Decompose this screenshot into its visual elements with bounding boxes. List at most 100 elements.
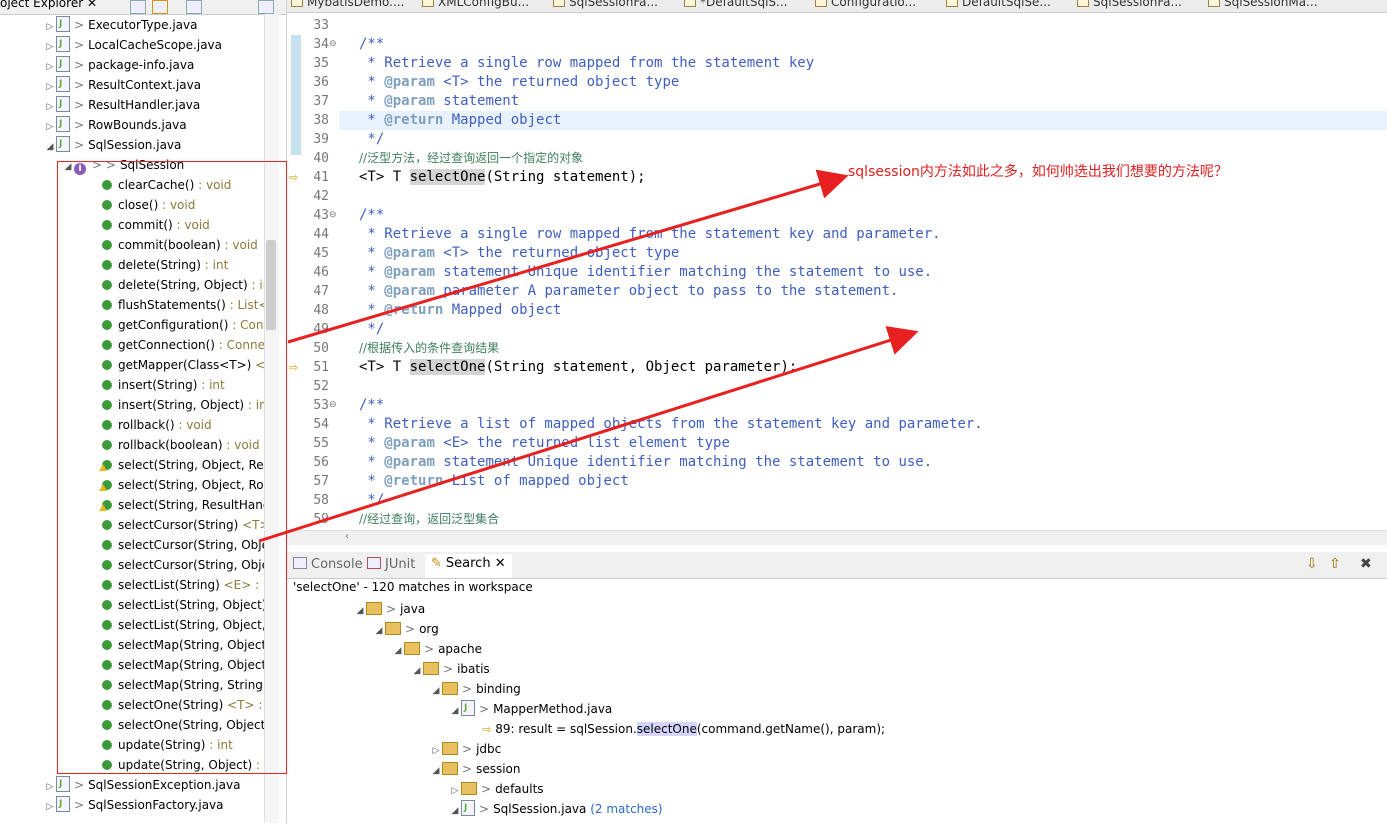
java-file-icon [56,34,70,54]
editor-tab[interactable]: Configuratio... [815,0,916,9]
search-row[interactable]: ◢ > ibatis [411,659,490,679]
search-row[interactable]: ⇨ 89: result = sqlSession.selectOne(comma… [482,719,885,739]
line-comment: //经过查询，返回泛型集合 [359,512,500,526]
editor-tab[interactable]: SqlSessionFa... [1077,0,1182,9]
fold-icon[interactable]: ⊖ [329,396,337,415]
line-comment: //泛型方法，经过查询返回一个指定的对象 [359,151,584,165]
code-line: */ [359,320,384,339]
package-icon [385,622,401,635]
javadoc-tag: @return [384,302,444,318]
comment-text: * Retrieve a single row mapped from the … [359,226,941,242]
search-row[interactable]: ◢ > apache [392,639,482,659]
tab-search[interactable]: ✎ Search ✕ [425,554,512,578]
search-row[interactable]: ◢ >SqlSession.java (2 matches) [449,798,663,819]
explorer-file-row[interactable]: ▷ >package-info.java [44,54,195,75]
editor-tabs: MybatisDemo.... XMLConfigBu... SqlSessionF… [287,0,1387,13]
link-editor-icon[interactable] [152,0,168,14]
view-menu-icon[interactable] [186,0,202,14]
explorer-file-row[interactable]: ▷ >ResultHandler.java [44,94,201,115]
line-number: 50 [313,341,329,356]
code-text: <T> T [359,359,410,375]
code-line: //泛型方法，经过查询返回一个指定的对象 [359,149,583,168]
code-line: */ [359,491,384,510]
line-number: 52 [313,379,329,394]
search-label: defaults [495,782,544,796]
code-text: <T> T [359,169,410,185]
collapse-all-icon[interactable] [130,0,146,14]
code-line: */ [359,130,384,149]
gt-icon: > [462,742,473,756]
next-match-icon[interactable]: ⇩ [1306,556,1318,572]
editor-tab[interactable]: *DefaultSqlS... [684,0,787,9]
explorer-file-row[interactable]: ▷ >SqlSessionFactory.java [44,794,224,815]
code-line: * @param statement Unique identifier mat… [359,453,932,472]
file-name: ResultHandler.java [88,98,201,112]
line-number: 39 [313,132,329,147]
scroll-left-icon[interactable]: ‹ [345,531,349,542]
comment-text: <T> the returned object type [434,245,680,261]
tab-junit[interactable]: JUnit [367,557,415,572]
java-file-icon [1208,0,1220,7]
editor-tab-label: SqlSessionFa... [1093,0,1182,9]
javadoc-tag: @param [384,74,435,90]
editor-tab-label: SqlSessionMa... [1224,0,1318,9]
twisty-icon: ▷ [451,786,459,796]
comment-text: /** [359,207,385,223]
gt-icon: > [74,118,85,132]
explorer-file-row[interactable]: ◢ >SqlSession.java [44,134,182,155]
search-row[interactable]: ▷ > jdbc [430,739,501,759]
editor-tab-label: Configuratio... [831,0,917,9]
line-number: 38 [313,113,329,128]
search-row[interactable]: ◢ > binding [430,679,521,699]
file-name: package-info.java [88,58,195,72]
prev-match-icon[interactable]: ⇧ [1329,556,1341,572]
match-icon: ⇨ [482,723,492,736]
java-file-icon [461,698,475,718]
explorer-file-row[interactable]: ▷ >SqlSessionException.java [44,774,241,795]
package-icon [442,682,458,695]
search-icon: ✎ [431,556,442,571]
code-editor[interactable]: 33 34 ⊖/** 35 * Retrieve a single row mappe… [287,13,1387,530]
search-row[interactable]: ◢ > java [354,599,425,619]
tab-console[interactable]: Console [293,557,363,572]
editor-tab[interactable]: SqlSessionMa... [1208,0,1318,9]
comment-text: */ [359,131,385,147]
twisty-icon: ◢ [375,626,383,636]
comment-text: /** [359,36,385,52]
comment-text: <T> the returned object type [434,74,680,90]
editor-hscrollbar[interactable]: ‹ [287,530,1387,545]
editor-tab-label: SqlSessionFa... [569,0,658,9]
minimize-icon[interactable] [258,0,274,14]
tab-junit-label: JUnit [385,557,416,572]
comment-text: statement Unique identifier matching the… [434,264,933,280]
editor-tab[interactable]: MybatisDemo.... [291,0,404,9]
search-row[interactable]: ◢ > org [373,619,439,639]
explorer-file-row[interactable]: ▷ >ExecutorType.java [44,14,198,35]
explorer-file-row[interactable]: ▷ >ResultContext.java [44,74,202,95]
remove-matches-icon[interactable]: ✖ [1360,556,1372,572]
editor-tab[interactable]: DefaultSqlSe... [946,0,1051,9]
javadoc-tag: @param [384,245,435,261]
tab-console-label: Console [311,557,363,572]
search-row[interactable]: ▷ > defaults [449,779,544,799]
java-file-icon [684,0,696,7]
javadoc-tag: @param [384,93,435,109]
editor-tab[interactable]: XMLConfigBu... [422,0,529,9]
match-highlight: selectOne [636,722,697,736]
search-row[interactable]: ◢ >MapperMethod.java [449,698,613,719]
gt-icon: > [74,78,85,92]
java-file-icon [56,774,70,794]
explorer-file-row[interactable]: ▷ >LocalCacheScope.java [44,34,222,55]
fold-icon[interactable]: ⊖ [329,35,337,54]
explorer-header: oject Explorer ✕ [0,0,286,15]
search-row[interactable]: ◢ > session [430,759,520,779]
comment-text: * [359,473,385,489]
explorer-file-row[interactable]: ▷ >RowBounds.java [44,114,187,135]
fold-icon[interactable]: ⊖ [329,206,337,225]
comment-text: * [359,283,385,299]
comment-text: * [359,74,385,90]
editor-tab-label: MybatisDemo.... [307,0,405,9]
editor-tab[interactable]: SqlSessionFa... [553,0,658,9]
comment-text: */ [359,492,385,508]
gt-icon: > [74,778,85,792]
